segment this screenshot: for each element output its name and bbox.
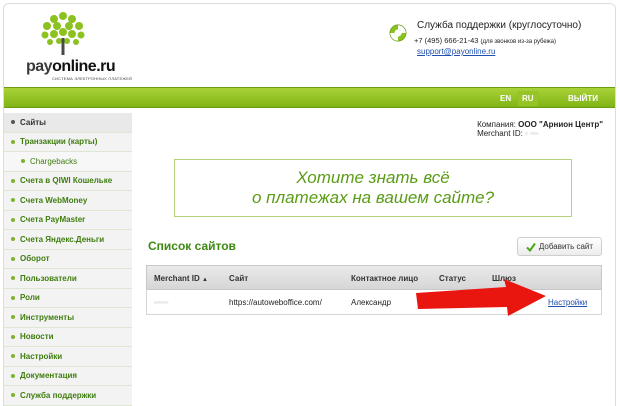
lang-en-link[interactable]: EN xyxy=(500,94,511,103)
logo-text[interactable]: payonline.ru xyxy=(26,58,116,76)
sidebar-item-docs[interactable]: Документация xyxy=(4,366,132,386)
cell-merchant-id: ▫▫▫▫▫ xyxy=(154,298,169,307)
sidebar-item-qiwi[interactable]: Счета в QIWI Кошельке xyxy=(4,171,132,191)
lang-ru-link[interactable]: RU xyxy=(518,91,538,106)
bullet-icon xyxy=(11,295,15,300)
sidebar-item-label: Счета Яндекс.Деньги xyxy=(20,234,105,244)
sidebar-item-turnover[interactable]: Оборот xyxy=(4,249,132,269)
sidebar-item-chargebacks[interactable]: Chargebacks xyxy=(4,152,132,172)
sidebar-item-label: Документация xyxy=(20,371,78,381)
settings-link[interactable]: Настройки xyxy=(548,298,587,307)
sites-list-title: Список сайтов xyxy=(148,239,236,253)
sort-asc-icon: ▲ xyxy=(202,277,208,283)
bullet-icon xyxy=(21,159,25,164)
sidebar-item-label: Счета PayMaster xyxy=(20,215,86,225)
sidebar-item-label: Счета WebMoney xyxy=(20,195,88,205)
tree-logo-icon xyxy=(41,12,85,55)
sidebar-item-paymaster[interactable]: Счета PayMaster xyxy=(4,210,132,230)
bullet-icon xyxy=(11,373,15,378)
sidebar-item-users[interactable]: Пользователи xyxy=(4,269,132,289)
sidebar: Сайты Транзакции (карты) Chargebacks Сче… xyxy=(4,113,132,406)
bullet-icon xyxy=(11,237,15,242)
sidebar-item-webmoney[interactable]: Счета WebMoney xyxy=(4,191,132,211)
sidebar-item-label: Транзакции (карты) xyxy=(20,137,98,147)
bullet-icon xyxy=(11,354,15,359)
banner-line1: Хотите знать всё xyxy=(296,168,450,187)
sidebar-item-label: Служба поддержки xyxy=(20,390,97,400)
sidebar-item-label: Настройки xyxy=(20,351,63,361)
bullet-icon xyxy=(11,393,15,398)
sidebar-item-label: Chargebacks xyxy=(30,156,78,166)
sidebar-item-settings[interactable]: Настройки xyxy=(4,347,132,367)
merchant-line: Merchant ID: ▫ ▫▫▫ xyxy=(477,129,603,138)
support-phone: +7 (495) 666-21-43 (для звонков из-за ру… xyxy=(414,36,556,45)
sidebar-item-tools[interactable]: Инструменты xyxy=(4,308,132,328)
company-label: Компания: xyxy=(477,120,516,129)
sidebar-item-news[interactable]: Новости xyxy=(4,327,132,347)
sidebar-item-label: Роли xyxy=(20,293,40,303)
sidebar-item-label: Счета в QIWI Кошельке xyxy=(20,176,113,186)
sidebar-item-transactions[interactable]: Транзакции (карты) xyxy=(4,132,132,152)
top-nav-bar: EN RU ВЫЙТИ xyxy=(4,87,615,108)
sidebar-item-label: Инструменты xyxy=(20,312,75,322)
merchant-label: Merchant ID: xyxy=(477,129,523,138)
sidebar-item-label: Сайты xyxy=(20,117,46,127)
sidebar-item-sites[interactable]: Сайты xyxy=(4,113,132,133)
lifebuoy-icon xyxy=(389,24,407,42)
bullet-icon xyxy=(11,276,15,281)
bullet-icon xyxy=(11,315,15,320)
logo-pay: pay xyxy=(26,58,53,75)
company-info: Компания: ООО "Арнион Центр" Merchant ID… xyxy=(477,120,603,138)
col-contact[interactable]: Контактное лицо xyxy=(351,274,418,283)
logo-online: online.ru xyxy=(52,58,116,75)
support-title: Служба поддержки (круглосуточно) xyxy=(417,20,582,31)
bullet-icon xyxy=(11,178,15,183)
promo-banner[interactable]: Хотите знать всё о платежах на вашем сай… xyxy=(174,159,572,217)
bullet-icon xyxy=(11,139,15,144)
company-line: Компания: ООО "Арнион Центр" xyxy=(477,120,603,129)
add-site-button[interactable]: Добавить сайт xyxy=(517,237,602,256)
banner-line2: о платежах на вашем сайте? xyxy=(251,188,495,207)
checkmark-icon xyxy=(526,242,536,252)
col-site[interactable]: Сайт xyxy=(229,274,248,283)
support-phone-note: (для звонков из-за рубежа) xyxy=(480,39,557,45)
merchant-value: ▫ ▫▫▫ xyxy=(525,129,539,138)
header: payonline.ru СИСТЕМА ЭЛЕКТРОННЫХ ПЛАТЕЖЕ… xyxy=(4,4,615,84)
sidebar-item-label: Пользователи xyxy=(20,273,77,283)
sidebar-item-support[interactable]: Служба поддержки xyxy=(4,386,132,406)
add-site-label: Добавить сайт xyxy=(538,242,594,251)
cell-site: https://autoweboffice.com/ xyxy=(229,298,322,307)
bullet-icon xyxy=(11,198,15,203)
bullet-icon xyxy=(11,256,15,261)
logo-tagline: СИСТЕМА ЭЛЕКТРОННЫХ ПЛАТЕЖЕЙ xyxy=(52,76,133,81)
red-arrow-icon xyxy=(416,279,546,316)
support-phone-number: +7 (495) 666-21-43 xyxy=(414,36,479,45)
logout-link[interactable]: ВЫЙТИ xyxy=(568,94,598,103)
company-name: ООО "Арнион Центр" xyxy=(518,120,603,129)
main-content: Компания: ООО "Арнион Центр" Merchant ID… xyxy=(134,113,615,406)
cell-contact: Александр xyxy=(351,298,392,307)
sidebar-item-label: Новости xyxy=(20,332,54,342)
sidebar-item-yandex[interactable]: Счета Яндекс.Деньги xyxy=(4,230,132,250)
support-email-link[interactable]: support@payonline.ru xyxy=(417,47,495,56)
page: payonline.ru СИСТЕМА ЭЛЕКТРОННЫХ ПЛАТЕЖЕ… xyxy=(3,3,616,406)
bullet-icon xyxy=(11,120,15,125)
bullet-icon xyxy=(11,334,15,339)
col-merchant-id[interactable]: Merchant ID ▲ xyxy=(154,274,208,283)
sidebar-item-roles[interactable]: Роли xyxy=(4,288,132,308)
bullet-icon xyxy=(11,217,15,222)
sidebar-item-label: Оборот xyxy=(20,254,50,264)
